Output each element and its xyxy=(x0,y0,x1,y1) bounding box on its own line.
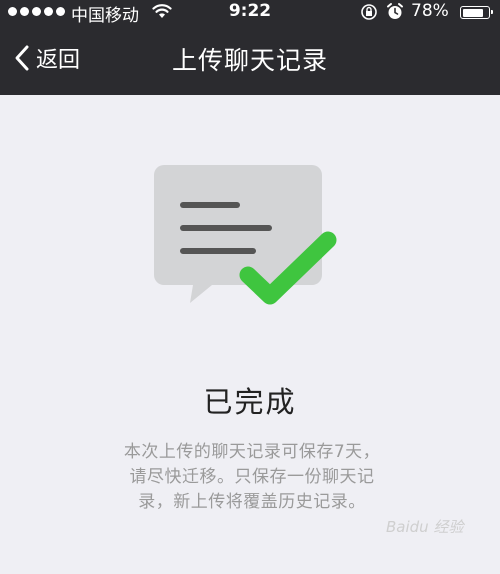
completion-title: 已完成 xyxy=(203,385,297,419)
battery-percentage: 78% xyxy=(411,1,449,21)
battery-icon xyxy=(460,6,493,19)
completion-description: 本次上传的聊天记录可保存7天，请尽快迁移。只保存一份聊天记录，新上传将覆盖历史记… xyxy=(123,442,381,512)
rotation-lock-icon xyxy=(361,4,377,20)
main-content: 已完成 本次上传的聊天记录可保存7天，请尽快迁移。只保存一份聊天记录，新上传将覆… xyxy=(0,95,500,574)
status-bar: 中国移动 9:22 78% xyxy=(0,0,500,26)
alarm-icon xyxy=(387,3,403,19)
chat-record-complete-icon xyxy=(154,165,337,305)
watermark-logo: Baidu 经验 xyxy=(386,518,464,536)
navigation-bar: 返回 上传聊天记录 xyxy=(0,24,500,95)
page-title: 上传聊天记录 xyxy=(171,46,328,75)
